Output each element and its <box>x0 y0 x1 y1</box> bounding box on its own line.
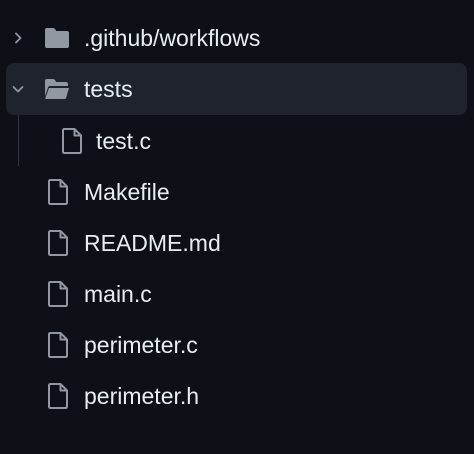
tree-item-label: README.md <box>84 230 221 256</box>
folder-open-icon <box>44 63 70 115</box>
tree-item-label: tests <box>84 76 133 102</box>
file-tree: .github/workflows tests test.c Makefile … <box>0 0 474 454</box>
tree-item-test-c[interactable]: test.c <box>6 115 467 167</box>
tree-item-tests[interactable]: tests <box>6 63 467 115</box>
tree-item-label: test.c <box>96 128 151 154</box>
tree-item-label: .github/workflows <box>84 25 261 51</box>
tree-item-makefile[interactable]: Makefile <box>6 166 467 218</box>
tree-item-label: main.c <box>84 281 152 307</box>
tree-item-perimeter-h[interactable]: perimeter.h <box>6 370 467 422</box>
file-icon <box>48 166 68 218</box>
tree-item-perimeter-c[interactable]: perimeter.c <box>6 319 467 371</box>
file-icon <box>48 217 68 269</box>
tree-item-label: perimeter.c <box>84 332 198 358</box>
tree-item-github-workflows[interactable]: .github/workflows <box>6 12 467 64</box>
file-icon <box>48 370 68 422</box>
file-icon <box>48 319 68 371</box>
tree-item-label: Makefile <box>84 179 170 205</box>
tree-item-main-c[interactable]: main.c <box>6 268 467 320</box>
folder-icon <box>44 12 70 64</box>
tree-item-label: perimeter.h <box>84 383 200 409</box>
tree-item-readme[interactable]: README.md <box>6 217 467 269</box>
file-icon <box>48 268 68 320</box>
chevron-right-icon[interactable] <box>6 12 30 64</box>
file-icon <box>62 115 82 167</box>
chevron-down-icon[interactable] <box>6 63 30 115</box>
